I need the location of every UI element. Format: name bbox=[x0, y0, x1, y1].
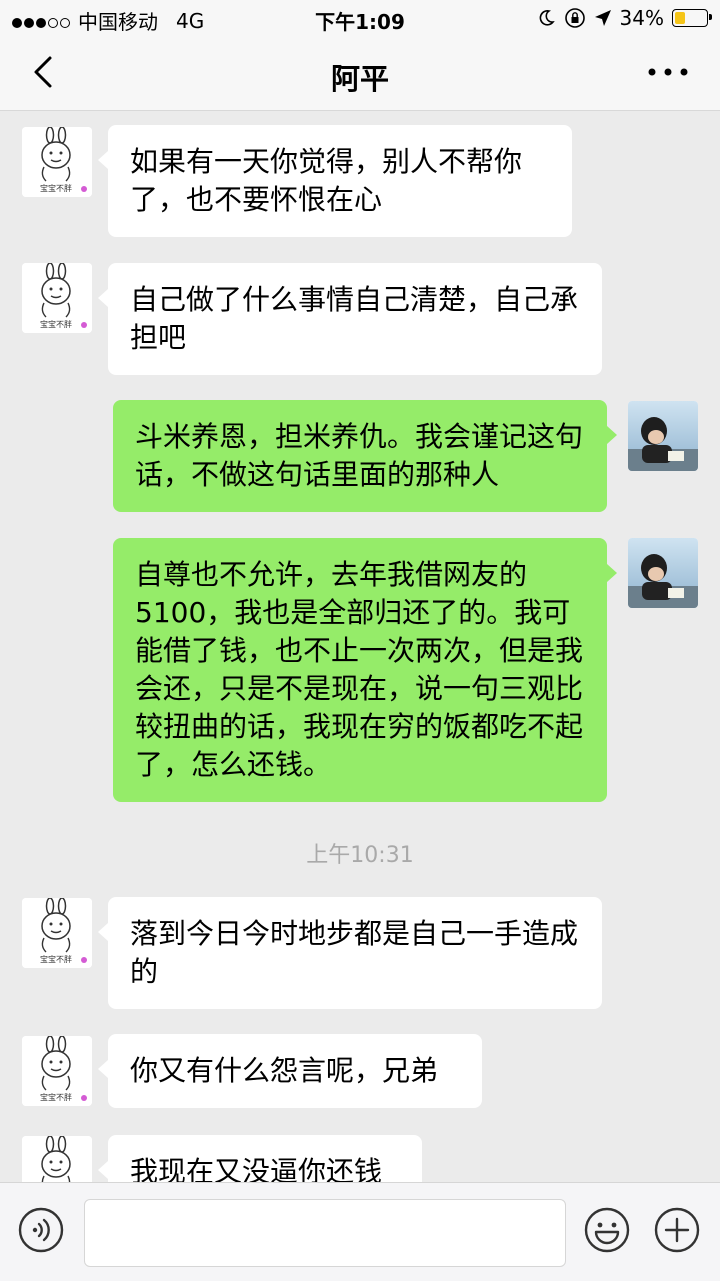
battery-percent: 34% bbox=[619, 6, 664, 30]
rabbit-meme-avatar-icon: 宝宝不胖 bbox=[22, 1136, 92, 1182]
message-list[interactable]: 宝宝不胖 如果有一天你觉得，别人不帮你了，也不要怀恨在心 宝宝不胖 自己做了什么… bbox=[0, 111, 720, 1182]
message-text: 如果有一天你觉得，别人不帮你了，也不要怀恨在心 bbox=[130, 145, 523, 216]
contact-avatar[interactable]: 宝宝不胖 bbox=[22, 1036, 92, 1106]
input-bar bbox=[0, 1182, 720, 1281]
contact-avatar[interactable]: 宝宝不胖 bbox=[22, 263, 92, 333]
message-bubble-incoming[interactable]: 你又有什么怨言呢，兄弟 bbox=[98, 1034, 482, 1108]
emoji-icon[interactable] bbox=[584, 1207, 630, 1253]
message-text: 斗米养恩，担米养仇。我会谨记这句话，不做这句话里面的那种人 bbox=[135, 420, 584, 491]
more-dots-icon[interactable] bbox=[646, 62, 690, 82]
rabbit-meme-avatar-icon: 宝宝不胖 bbox=[22, 1036, 92, 1106]
plus-icon[interactable] bbox=[654, 1207, 700, 1253]
message-bubble-outgoing[interactable]: 斗米养恩，担米养仇。我会谨记这句话，不做这句话里面的那种人 bbox=[113, 400, 617, 512]
message-text: 你又有什么怨言呢，兄弟 bbox=[130, 1054, 439, 1087]
message-bubble-incoming[interactable]: 我现在又没逼你还钱 bbox=[98, 1135, 422, 1182]
my-avatar[interactable] bbox=[628, 401, 698, 471]
message-text: 自己做了什么事情自己清楚，自己承担吧 bbox=[130, 283, 579, 354]
svg-text:宝宝不胖: 宝宝不胖 bbox=[40, 1092, 72, 1102]
status-bar: 中国移动 4G 下午1:09 34% bbox=[0, 0, 720, 36]
rabbit-meme-avatar-icon: 宝宝不胖 bbox=[22, 127, 92, 197]
message-bubble-outgoing[interactable]: 自尊也不允许，去年我借网友的5100，我也是全部归还了的。我可能借了钱，也不止一… bbox=[113, 538, 617, 802]
user-photo-avatar-icon bbox=[628, 538, 698, 608]
rabbit-meme-avatar-icon: 宝宝不胖 bbox=[22, 263, 92, 333]
rotation-lock-icon bbox=[564, 8, 585, 28]
message-text: 落到今日今时地步都是自己一手造成的 bbox=[130, 917, 579, 988]
chat-title: 阿平 bbox=[330, 62, 389, 96]
rabbit-meme-avatar-icon: 宝宝不胖 bbox=[22, 898, 92, 968]
message-input[interactable] bbox=[84, 1199, 566, 1267]
svg-text:宝宝不胖: 宝宝不胖 bbox=[40, 183, 72, 193]
message-text: 我现在又没逼你还钱 bbox=[130, 1155, 383, 1182]
message-bubble-incoming[interactable]: 落到今日今时地步都是自己一手造成的 bbox=[98, 897, 602, 1009]
contact-avatar[interactable]: 宝宝不胖 bbox=[22, 1136, 92, 1182]
svg-text:宝宝不胖: 宝宝不胖 bbox=[40, 319, 72, 329]
location-arrow-icon bbox=[594, 10, 611, 26]
message-text: 自尊也不允许，去年我借网友的5100，我也是全部归还了的。我可能借了钱，也不止一… bbox=[135, 558, 584, 781]
battery-icon bbox=[672, 9, 712, 27]
chat-header: 阿平 bbox=[0, 36, 720, 111]
message-bubble-incoming[interactable]: 自己做了什么事情自己清楚，自己承担吧 bbox=[98, 263, 602, 375]
contact-avatar[interactable]: 宝宝不胖 bbox=[22, 898, 92, 968]
moon-icon bbox=[539, 10, 555, 26]
voice-icon[interactable] bbox=[18, 1207, 64, 1253]
user-photo-avatar-icon bbox=[628, 401, 698, 471]
message-bubble-incoming[interactable]: 如果有一天你觉得，别人不帮你了，也不要怀恨在心 bbox=[98, 125, 572, 237]
chat-timestamp: 上午10:31 bbox=[306, 843, 414, 868]
my-avatar[interactable] bbox=[628, 538, 698, 608]
svg-text:宝宝不胖: 宝宝不胖 bbox=[40, 954, 72, 964]
contact-avatar[interactable]: 宝宝不胖 bbox=[22, 127, 92, 197]
